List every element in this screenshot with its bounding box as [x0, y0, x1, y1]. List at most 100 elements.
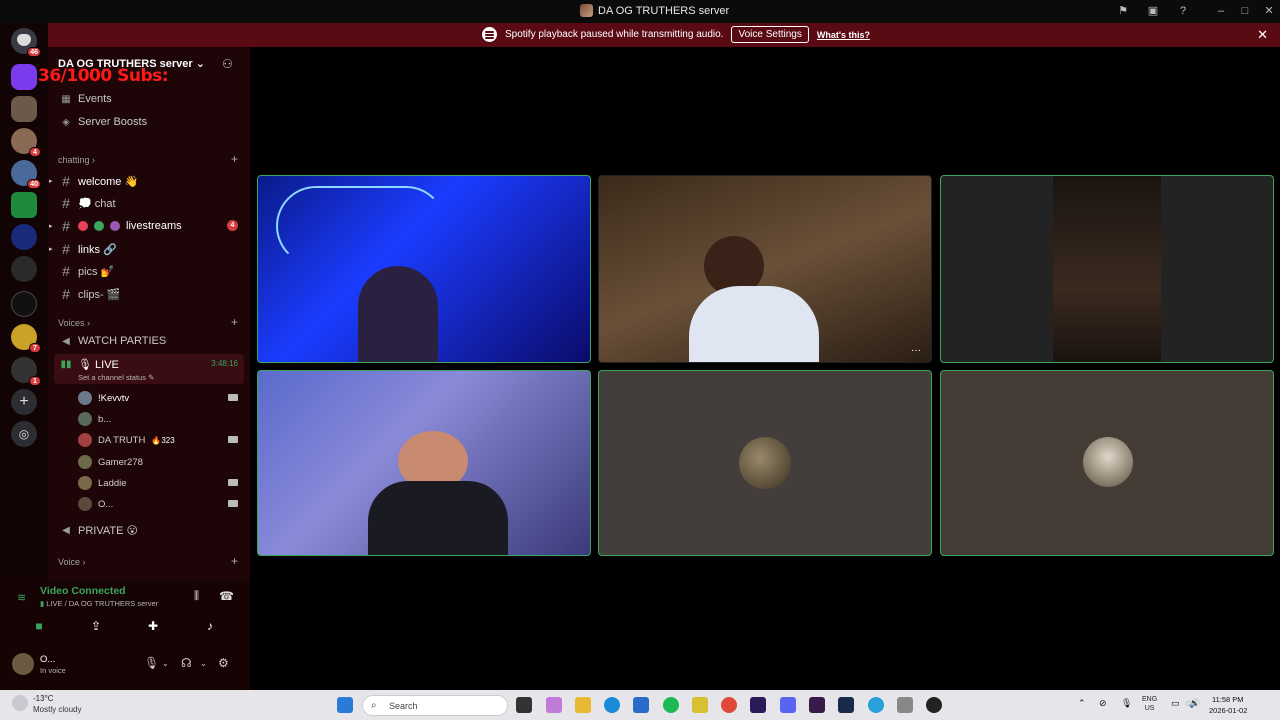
- camera-button[interactable]: ■: [18, 617, 60, 635]
- copilot-icon[interactable]: [546, 697, 562, 713]
- speaker-icon: ◀: [62, 525, 70, 536]
- chevron-down-icon[interactable]: ⌄: [162, 659, 169, 668]
- create-channel-icon[interactable]: +: [231, 554, 238, 568]
- hash-icon: #: [62, 173, 70, 189]
- task-view-icon[interactable]: [516, 697, 532, 713]
- avatar[interactable]: [12, 653, 34, 675]
- video-tile-4[interactable]: [257, 370, 591, 556]
- voice-settings-button[interactable]: Voice Settings: [731, 26, 809, 43]
- channel-status-prompt[interactable]: Set a channel status ✎: [78, 373, 154, 382]
- steam-icon[interactable]: [838, 697, 854, 713]
- server-icon-5[interactable]: [11, 192, 37, 218]
- voice-channel-watch-parties[interactable]: ◀ WATCH PARTIES: [60, 335, 166, 347]
- calculator-icon[interactable]: [633, 697, 649, 713]
- server-icon-9[interactable]: 7: [11, 324, 41, 353]
- flag-icon[interactable]: ⚑: [1116, 4, 1130, 18]
- voice-status[interactable]: Video Connected: [40, 585, 126, 597]
- voice-member[interactable]: O...: [78, 497, 113, 511]
- discord-taskbar-icon[interactable]: [780, 697, 796, 713]
- server-icon-ovo[interactable]: [11, 291, 37, 317]
- channel-chat[interactable]: # 💭 chat: [60, 195, 115, 211]
- server-icon-10[interactable]: 1: [11, 357, 41, 386]
- edge-icon[interactable]: [604, 697, 620, 713]
- channel-clips[interactable]: # clips- 🎬: [60, 286, 120, 302]
- screen-share-button[interactable]: ⇪: [75, 617, 117, 635]
- weather-icon[interactable]: [12, 695, 28, 711]
- video-tile-3[interactable]: [940, 175, 1274, 363]
- video-tile-6[interactable]: [940, 370, 1274, 556]
- app-icon-10[interactable]: [809, 697, 825, 713]
- voice-channel-live[interactable]: ▮▮ 🎙 LIVE 3:48:16 Set a channel status ✎: [54, 354, 244, 384]
- voice-member[interactable]: DA TRUTH 🔥323: [78, 433, 175, 447]
- sidebar-item-boosts[interactable]: ◈ Server Boosts: [60, 116, 147, 128]
- server-icon-7[interactable]: [11, 256, 37, 282]
- home-button[interactable]: 46: [11, 28, 41, 57]
- server-icon-3[interactable]: 4: [11, 128, 41, 157]
- server-icon-twitch[interactable]: [11, 64, 37, 90]
- add-server-icon[interactable]: +: [11, 389, 37, 415]
- video-tile-2[interactable]: ···: [598, 175, 932, 363]
- minimize-button[interactable]: –: [1214, 4, 1228, 18]
- category-voices[interactable]: Voices ›: [58, 318, 90, 328]
- maximize-button[interactable]: □: [1238, 4, 1252, 18]
- noise-suppression-icon[interactable]: ⫼: [194, 590, 199, 603]
- close-icon[interactable]: ✕: [1257, 27, 1268, 43]
- tray-icon-1[interactable]: ⊘: [1099, 698, 1107, 709]
- server-icon-4[interactable]: 40: [11, 160, 41, 189]
- network-icon[interactable]: ▭: [1171, 698, 1180, 709]
- voice-member[interactable]: b...: [78, 412, 111, 426]
- app-icon-14[interactable]: [926, 697, 942, 713]
- whats-this-link[interactable]: What's this?: [817, 30, 870, 40]
- channel-livestreams[interactable]: ▸ # livestreams: [49, 218, 238, 234]
- hash-icon: #: [62, 195, 70, 211]
- channel-pics[interactable]: # pics 💅: [60, 263, 114, 279]
- server-icon-6[interactable]: [11, 224, 37, 250]
- create-channel-icon[interactable]: +: [231, 315, 238, 329]
- soundboard-button[interactable]: ♪: [189, 617, 231, 635]
- voice-channel-private[interactable]: ◀ PRIVATE 😮: [60, 524, 138, 537]
- headphones-icon[interactable]: ☊: [181, 656, 192, 670]
- language-indicator[interactable]: ENG US: [1142, 695, 1157, 713]
- microphone-tray-icon[interactable]: 🎙: [1121, 698, 1132, 709]
- voice-member[interactable]: Gamer278: [78, 455, 143, 469]
- server-icon-current[interactable]: [11, 96, 37, 122]
- weather-temp[interactable]: -13°C: [33, 694, 54, 703]
- gear-icon[interactable]: ⚙: [218, 656, 229, 670]
- channel-links[interactable]: ▸ # links 🔗: [49, 241, 117, 257]
- voice-member[interactable]: Laddie: [78, 476, 127, 490]
- disconnect-icon[interactable]: ☎: [219, 589, 234, 603]
- file-explorer-icon[interactable]: [575, 697, 591, 713]
- start-icon[interactable]: [337, 697, 353, 713]
- clock-date[interactable]: 2026-01-02: [1209, 706, 1247, 715]
- category-voice[interactable]: Voice ›: [58, 557, 86, 567]
- video-tile-1[interactable]: [257, 175, 591, 363]
- app-icon-6[interactable]: [692, 697, 708, 713]
- spotify-icon: [482, 27, 497, 42]
- spotify-taskbar-icon[interactable]: [663, 697, 679, 713]
- chrome-icon[interactable]: [721, 697, 737, 713]
- invite-member-icon[interactable]: ⚇: [222, 57, 236, 71]
- discover-icon[interactable]: ◎: [11, 421, 37, 447]
- telegram-icon[interactable]: [868, 697, 884, 713]
- microphone-icon[interactable]: 🎙: [144, 656, 159, 670]
- camera-icon: [228, 500, 238, 507]
- voice-member[interactable]: !Kevvtv: [78, 391, 129, 405]
- activities-button[interactable]: ✚: [132, 617, 174, 635]
- help-icon[interactable]: ?: [1176, 4, 1190, 18]
- clock-time[interactable]: 11:58 PM: [1212, 695, 1244, 704]
- weather-desc[interactable]: Mostly cloudy: [33, 705, 81, 714]
- sidebar-item-events[interactable]: ▦ Events: [60, 93, 111, 105]
- more-options-icon[interactable]: ···: [911, 345, 921, 356]
- channel-welcome[interactable]: ▸ # welcome 👋: [49, 173, 138, 189]
- app-icon-13[interactable]: [897, 697, 913, 713]
- close-window-button[interactable]: ✕: [1262, 4, 1276, 18]
- create-channel-icon[interactable]: +: [231, 152, 238, 166]
- volume-icon[interactable]: 🔊: [1189, 698, 1200, 709]
- tray-chevron-icon[interactable]: ⌃: [1078, 698, 1086, 709]
- video-tile-5[interactable]: [598, 370, 932, 556]
- search-input[interactable]: ⌕ Search: [362, 695, 508, 716]
- premiere-icon[interactable]: [750, 697, 766, 713]
- inbox-icon[interactable]: ▣: [1146, 4, 1160, 18]
- chevron-down-icon[interactable]: ⌄: [200, 659, 207, 668]
- category-chatting[interactable]: chatting ›: [58, 155, 95, 165]
